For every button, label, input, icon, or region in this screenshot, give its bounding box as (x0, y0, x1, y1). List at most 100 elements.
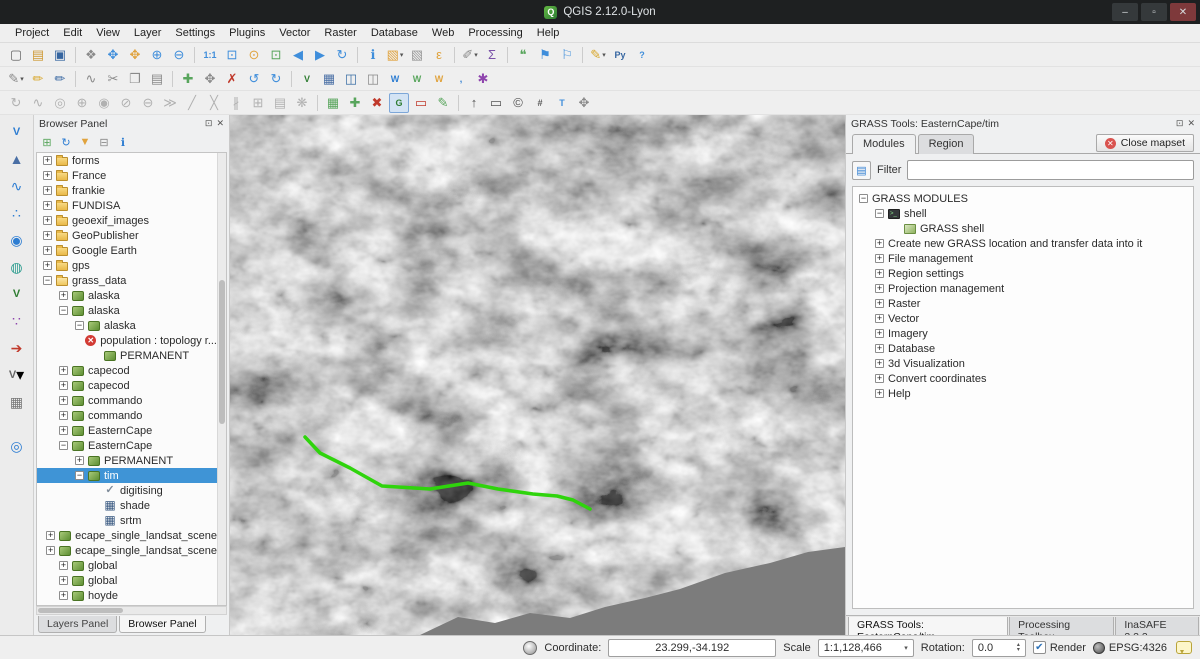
scrollbar-thumb[interactable] (219, 280, 225, 425)
close-mapset-button[interactable]: Close mapset (1096, 134, 1194, 152)
panel-close-icon[interactable]: ✕ (1187, 118, 1195, 129)
expand-expander-icon[interactable]: + (43, 201, 52, 210)
tree-item-help[interactable]: +Help (855, 386, 1191, 401)
add-part-icon[interactable]: ⊕ (72, 93, 92, 113)
node-tool-icon[interactable]: ∿ (81, 69, 101, 89)
delete-selected-icon[interactable]: ✗ (222, 69, 242, 89)
tree-item-global[interactable]: +global (37, 573, 217, 588)
zoom-out-icon[interactable]: ⊖ (169, 45, 189, 65)
zoom-native-icon[interactable]: 1:1 (200, 45, 220, 65)
scale-dropdown-icon[interactable]: ▾ (904, 644, 908, 652)
collapse-expander-icon[interactable]: − (43, 276, 52, 285)
tree-item-create-new-grass-location-and-transfer-data-into-it[interactable]: +Create new GRASS location and transfer … (855, 236, 1191, 251)
tree-item-digitising[interactable]: digitising (37, 483, 217, 498)
refresh-browser-icon[interactable]: ↻ (58, 134, 74, 150)
move-feature-icon[interactable]: ✥ (200, 69, 220, 89)
tree-item-capecod[interactable]: +capecod (37, 363, 217, 378)
tree-item-projection-management[interactable]: +Projection management (855, 281, 1191, 296)
tree-item-shade[interactable]: shade (37, 498, 217, 513)
merge-features-icon[interactable]: ⊞ (248, 93, 268, 113)
expand-expander-icon[interactable]: + (59, 366, 68, 375)
render-checkmark[interactable]: ✔ (1033, 641, 1046, 654)
refresh-map-icon[interactable]: ↻ (332, 45, 352, 65)
tree-item-alaska[interactable]: −alaska (37, 318, 217, 333)
menu-help[interactable]: Help (530, 25, 567, 41)
expand-expander-icon[interactable]: + (875, 269, 884, 278)
expand-expander-icon[interactable]: + (875, 389, 884, 398)
copyright-label-icon[interactable]: © (508, 93, 528, 113)
add-raster-layer-icon[interactable]: ▦ (319, 69, 339, 89)
expand-expander-icon[interactable]: + (43, 261, 52, 270)
tree-item-ecape-single-landsat-scene[interactable]: +ecape_single_landsat_scene (37, 543, 217, 558)
tree-item-frankie[interactable]: +frankie (37, 183, 217, 198)
interpolation-icon[interactable]: ∴ (6, 202, 28, 224)
crs-status-button[interactable]: EPSG:4326 (1093, 642, 1167, 654)
tree-item-google-earth[interactable]: +Google Earth (37, 243, 217, 258)
split-parts-icon[interactable]: ∦ (226, 93, 246, 113)
new-project-icon[interactable]: ▢ (6, 45, 26, 65)
copy-features-icon[interactable]: ❐ (125, 69, 145, 89)
tree-item-convert-coordinates[interactable]: +Convert coordinates (855, 371, 1191, 386)
expand-expander-icon[interactable]: + (43, 186, 52, 195)
expand-expander-icon[interactable]: + (43, 171, 52, 180)
coordinate-capture-status-icon[interactable] (523, 641, 537, 655)
coordinate-capture-icon[interactable]: ◎ (6, 435, 28, 457)
expand-expander-icon[interactable]: + (59, 576, 68, 585)
scrollbar-thumb[interactable] (38, 608, 123, 613)
statistical-summary-icon[interactable]: Σ (482, 45, 502, 65)
delete-ring-icon[interactable]: ⊘ (116, 93, 136, 113)
save-layer-edits-icon[interactable]: ✏ (50, 69, 70, 89)
collapse-expander-icon[interactable]: − (59, 441, 68, 450)
expand-expander-icon[interactable]: + (875, 254, 884, 263)
topology-checker-icon[interactable]: ▦ (6, 391, 28, 413)
menu-raster[interactable]: Raster (317, 25, 363, 41)
split-features-icon[interactable]: ╳ (204, 93, 224, 113)
tree-item-commando[interactable]: +commando (37, 393, 217, 408)
add-selected-layers-icon[interactable]: ⊞ (39, 134, 55, 150)
expand-expander-icon[interactable]: + (875, 239, 884, 248)
tree-item-database[interactable]: +Database (855, 341, 1191, 356)
tree-item-commando[interactable]: +commando (37, 408, 217, 423)
panel-float-icon[interactable]: ⊡ (205, 118, 213, 129)
tree-item-grass-data[interactable]: −grass_data (37, 273, 217, 288)
tree-item-alaska[interactable]: +alaska (37, 288, 217, 303)
tree-item-easterncape[interactable]: +EasternCape (37, 423, 217, 438)
add-wms-layer-icon[interactable]: W (385, 69, 405, 89)
save-project-icon[interactable]: ▣ (50, 45, 70, 65)
expand-expander-icon[interactable]: + (46, 546, 55, 555)
tree-item-france[interactable]: +France (37, 168, 217, 183)
offset-curve-icon[interactable]: ≫ (160, 93, 180, 113)
python-console-icon[interactable]: Py (610, 45, 630, 65)
tab-layers-panel[interactable]: Layers Panel (38, 616, 117, 633)
tree-item-permanent[interactable]: PERMANENT (37, 348, 217, 363)
browser-horizontal-scrollbar[interactable] (36, 606, 227, 615)
collapse-expander-icon[interactable]: − (75, 471, 84, 480)
collapse-expander-icon[interactable]: − (859, 194, 868, 203)
pan-map-icon[interactable]: ✥ (103, 45, 123, 65)
zoom-next-icon[interactable]: ▶ (310, 45, 330, 65)
osm-download-icon[interactable]: V (6, 121, 28, 143)
north-arrow-icon[interactable]: ↑ (464, 93, 484, 113)
grass-close-mapset-icon[interactable]: ✖ (367, 93, 387, 113)
identify-features-icon[interactable]: ℹ (363, 45, 383, 65)
grass-vector-icon[interactable]: V (6, 283, 28, 305)
spin-down-icon[interactable]: ▾ (1017, 648, 1020, 653)
zoom-to-selection-icon[interactable]: ⊙ (244, 45, 264, 65)
menu-vector[interactable]: Vector (272, 25, 317, 41)
grass-new-mapset-icon[interactable]: ✚ (345, 93, 365, 113)
select-features-icon[interactable]: ▧▾ (385, 45, 405, 65)
coordinate-input[interactable]: 23.299,-34.192 (608, 639, 776, 657)
tree-item-3d-visualization[interactable]: +3d Visualization (855, 356, 1191, 371)
fill-ring-icon[interactable]: ◉ (94, 93, 114, 113)
map-canvas[interactable] (230, 115, 845, 635)
close-button[interactable]: ✕ (1170, 3, 1196, 21)
add-wcs-layer-icon[interactable]: W (407, 69, 427, 89)
expand-expander-icon[interactable]: + (875, 359, 884, 368)
measure-icon[interactable]: ✐▾ (460, 45, 480, 65)
menu-plugins[interactable]: Plugins (222, 25, 272, 41)
zoom-last-icon[interactable]: ◀ (288, 45, 308, 65)
grass-open-mapset-icon[interactable]: ▦ (323, 93, 343, 113)
collapse-expander-icon[interactable]: − (59, 306, 68, 315)
tree-item-imagery[interactable]: +Imagery (855, 326, 1191, 341)
browser-vertical-scrollbar[interactable] (217, 153, 226, 605)
